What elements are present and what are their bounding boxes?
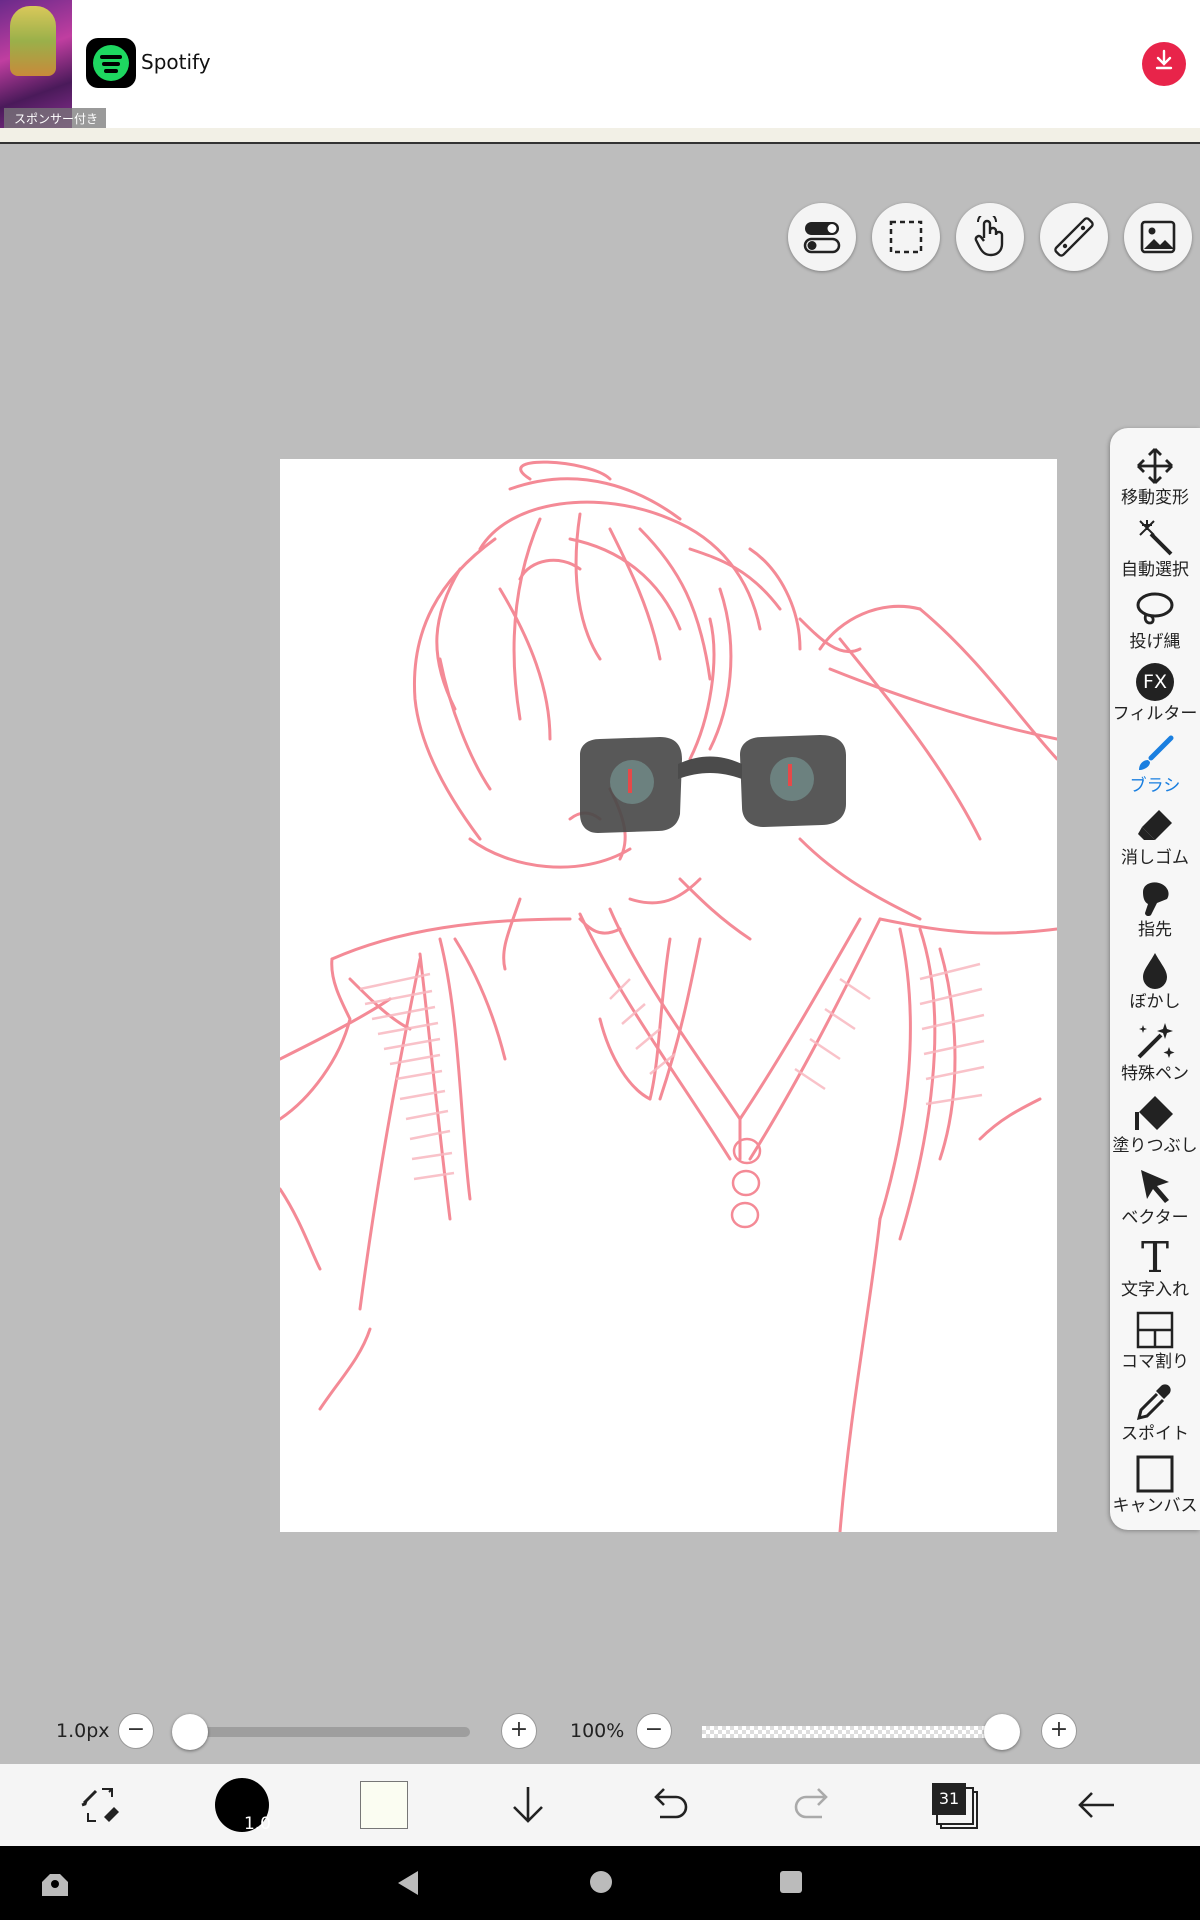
move-icon [1110,444,1200,488]
layer-count: 31 [932,1783,966,1815]
tool-lasso-label: 投げ縄 [1129,632,1181,652]
back-icon[interactable] [1051,1764,1141,1846]
hand-icon[interactable] [956,203,1024,271]
brush-opacity-slider-thumb[interactable] [984,1714,1020,1750]
nav-recents-icon[interactable] [780,1871,802,1893]
tool-text-label: 文字入れ [1121,1280,1189,1300]
color-swatch[interactable] [339,1764,429,1846]
tool-frame-divider-label: コマ割り [1121,1352,1189,1372]
brush-icon [1110,732,1200,776]
blur-icon [1110,948,1200,992]
opacity-increase-button[interactable]: + [1041,1713,1077,1749]
sketch-artwork [280,460,1057,1532]
ruler-icon[interactable] [1040,203,1108,271]
brush-size-slider-thumb[interactable] [172,1714,208,1750]
special-pen-icon [1110,1020,1200,1064]
brush-size-icon[interactable]: 1.0 [197,1764,287,1846]
size-increase-button[interactable]: + [501,1713,537,1749]
toggle-icon[interactable] [788,203,856,271]
tool-finger-label: 指先 [1138,920,1172,940]
tool-eraser-label: 消しゴム [1121,848,1189,868]
tool-frame-divider[interactable]: コマ割り [1110,1308,1200,1380]
tool-move-label: 移動変形 [1121,488,1189,508]
sponsored-label: スポンサー付き [4,108,107,129]
tool-filter[interactable]: FX フィルター [1110,660,1200,732]
brush-size-value: 1.0px [56,1720,110,1742]
opacity-decrease-button[interactable]: − [636,1713,672,1749]
tool-blur[interactable]: ぼかし [1110,948,1200,1020]
accessibility-icon[interactable] [38,1868,72,1902]
magic-wand-icon [1110,516,1200,560]
tool-vector-label: ベクター [1121,1208,1189,1228]
text-icon: T [1140,1233,1169,1282]
eraser-icon [1110,804,1200,848]
layers-icon[interactable]: 31 [909,1764,999,1846]
tool-text[interactable]: T 文字入れ [1110,1236,1200,1308]
tool-lasso[interactable]: 投げ縄 [1110,588,1200,660]
size-decrease-button[interactable]: − [118,1713,154,1749]
sunglasses-overlay [580,735,846,833]
nav-back-icon[interactable] [394,1868,424,1902]
brush-size-slider[interactable] [190,1727,470,1737]
brush-opacity-value: 100% [570,1720,625,1742]
tool-blur-label: ぼかし [1129,992,1181,1012]
swap-tool-icon[interactable] [55,1764,145,1846]
fill-icon [1110,1092,1200,1136]
tool-magic-wand-label: 自動選択 [1121,560,1189,580]
ad-character-image [10,6,56,76]
tool-canvas[interactable]: キャンバス [1110,1452,1200,1524]
tool-brush[interactable]: ブラシ [1110,732,1200,804]
tool-fill-label: 塗りつぶし [1112,1136,1198,1156]
redo-icon[interactable] [767,1764,857,1846]
system-navigation-bar [0,1846,1200,1920]
fx-icon: FX [1110,660,1200,704]
tool-eyedropper-label: スポイト [1121,1424,1189,1444]
frame-divider-icon [1110,1308,1200,1352]
bottom-action-bar: 1.0 31 [0,1764,1200,1846]
drawing-canvas[interactable] [280,459,1057,1532]
download-arrow-icon[interactable] [483,1764,573,1846]
brush-size-badge: 1.0 [243,1814,271,1834]
tool-fill[interactable]: 塗りつぶし [1110,1092,1200,1164]
tool-special-pen-label: 特殊ペン [1121,1064,1189,1084]
download-icon[interactable] [1142,42,1186,86]
ad-divider [0,128,1200,144]
nav-home-icon[interactable] [590,1871,612,1893]
tool-vector[interactable]: ベクター [1110,1164,1200,1236]
tool-palette: 移動変形 自動選択 投げ縄 FX フィルター ブラシ 消しゴム 指先 ぼかし 特… [1110,428,1200,1530]
ad-app-name[interactable]: Spotify [141,50,211,74]
tool-filter-label: フィルター [1112,704,1198,724]
tool-magic-wand[interactable]: 自動選択 [1110,516,1200,588]
tool-finger[interactable]: 指先 [1110,876,1200,948]
brush-opacity-slider[interactable] [702,1726,1002,1738]
lasso-icon [1110,588,1200,632]
canvas-icon [1110,1452,1200,1496]
tool-eraser[interactable]: 消しゴム [1110,804,1200,876]
tool-canvas-label: キャンバス [1112,1496,1198,1516]
undo-icon[interactable] [625,1764,715,1846]
tool-move[interactable]: 移動変形 [1110,444,1200,516]
tool-eyedropper[interactable]: スポイト [1110,1380,1200,1452]
image-icon[interactable] [1124,203,1192,271]
tool-special-pen[interactable]: 特殊ペン [1110,1020,1200,1092]
tool-brush-label: ブラシ [1129,776,1181,796]
vector-icon [1110,1164,1200,1208]
selection-icon[interactable] [872,203,940,271]
ad-banner[interactable]: スポンサー付き Spotify [0,0,1200,144]
spotify-logo-icon [86,38,136,88]
finger-icon [1110,876,1200,920]
eyedropper-icon [1110,1380,1200,1424]
